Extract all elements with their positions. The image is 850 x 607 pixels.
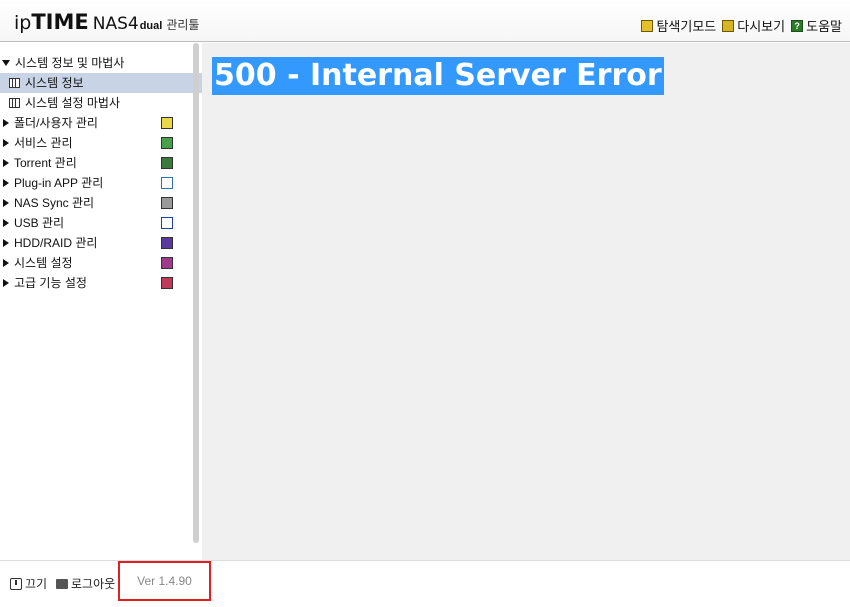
explorer-mode-link[interactable]: 탐색기모드	[641, 16, 716, 35]
refresh-icon	[722, 19, 735, 32]
menu-nas-sync[interactable]: NAS Sync 관리	[0, 193, 192, 213]
menu-system-settings[interactable]: 시스템 설정	[0, 253, 192, 273]
menu-system-info[interactable]: 시스템 정보	[0, 73, 202, 93]
menu-folder-user[interactable]: 폴더/사용자 관리	[0, 113, 192, 133]
menu-system-info-wizard[interactable]: 시스템 정보 및 마법사	[0, 53, 192, 73]
torrent-icon	[161, 157, 173, 169]
help-icon: ?	[791, 19, 804, 32]
menu-label: NAS Sync 관리	[14, 196, 95, 210]
error-message: 500 - Internal Server Error	[212, 57, 664, 95]
triangle-right-icon	[3, 219, 9, 227]
menu-label: 폴더/사용자 관리	[14, 116, 98, 130]
logo-nas: NAS4	[92, 14, 139, 34]
menu-label: 시스템 설정	[14, 256, 73, 270]
content-frame: 500 - Internal Server Error	[202, 43, 850, 560]
menu-service[interactable]: 서비스 관리	[0, 133, 192, 153]
sidebar-scrollbar[interactable]	[193, 43, 199, 543]
power-off-button[interactable]: 끄기	[10, 575, 47, 592]
iptime-logo: ip TIME NAS4 dual 관리툴	[14, 10, 199, 34]
logo-admin: 관리툴	[166, 18, 200, 32]
menu-label: Torrent 관리	[14, 156, 77, 170]
folder-user-icon	[161, 117, 173, 129]
settings-icon	[161, 257, 173, 269]
menu-plugin-app[interactable]: Plug-in APP 관리	[0, 173, 192, 193]
triangle-right-icon	[3, 159, 9, 167]
menu-hdd-raid[interactable]: HDD/RAID 관리	[0, 233, 192, 253]
logo-dual: dual	[139, 20, 163, 32]
logout-button[interactable]: 로그아웃	[56, 575, 115, 592]
triangle-right-icon	[3, 239, 9, 247]
refresh-label: 다시보기	[737, 19, 786, 34]
menu-label: Plug-in APP 관리	[14, 176, 104, 190]
triangle-right-icon	[3, 179, 9, 187]
menu-label: 시스템 정보	[25, 76, 84, 90]
footer: 끄기 로그아웃 Ver 1.4.90	[0, 560, 850, 607]
triangle-right-icon	[3, 139, 9, 147]
logo-ip: ip	[14, 12, 32, 34]
menu-advanced-settings[interactable]: 고급 기능 설정	[0, 273, 192, 293]
menu-label: USB 관리	[14, 216, 65, 230]
menu-label: 서비스 관리	[14, 136, 73, 150]
logo-time: TIME	[31, 10, 89, 34]
menu-usb[interactable]: USB 관리	[0, 213, 192, 233]
header: ip TIME NAS4 dual 관리툴 탐색기모드 다시보기 ? 도움말	[0, 0, 850, 42]
menu-system-setup-wizard[interactable]: 시스템 설정 마법사	[0, 93, 192, 113]
advanced-icon	[161, 277, 173, 289]
top-links: 탐색기모드 다시보기 ? 도움말	[635, 16, 842, 35]
sidebar-menu: 시스템 정보 및 마법사 시스템 정보 시스템 설정 마법사 폴더/사용자 관리…	[0, 53, 202, 293]
version-label: Ver 1.4.90	[118, 561, 211, 601]
bar-chart-icon	[9, 78, 20, 88]
menu-torrent[interactable]: Torrent 관리	[0, 153, 192, 173]
triangle-right-icon	[3, 279, 9, 287]
menu-label: 시스템 정보 및 마법사	[15, 56, 125, 70]
sidebar: 시스템 정보 및 마법사 시스템 정보 시스템 설정 마법사 폴더/사용자 관리…	[0, 43, 202, 560]
plugin-icon	[161, 177, 173, 189]
service-icon	[161, 137, 173, 149]
triangle-right-icon	[3, 119, 9, 127]
explorer-mode-label: 탐색기모드	[656, 19, 717, 34]
triangle-right-icon	[3, 199, 9, 207]
power-icon	[10, 577, 22, 590]
key-icon	[56, 578, 68, 589]
triangle-right-icon	[3, 259, 9, 267]
power-off-label: 끄기	[25, 577, 48, 591]
refresh-link[interactable]: 다시보기	[722, 16, 785, 35]
menu-label: HDD/RAID 관리	[14, 236, 98, 250]
menu-label: 시스템 설정 마법사	[25, 96, 120, 110]
usb-icon	[161, 217, 173, 229]
hdd-icon	[161, 237, 173, 249]
help-label: 도움말	[806, 19, 842, 34]
triangle-down-icon	[2, 60, 10, 66]
logout-label: 로그아웃	[71, 577, 116, 591]
menu-label: 고급 기능 설정	[14, 276, 87, 290]
help-link[interactable]: ? 도움말	[791, 16, 842, 35]
bar-chart-icon	[9, 98, 20, 108]
explorer-icon	[641, 19, 654, 32]
sync-icon	[161, 197, 173, 209]
